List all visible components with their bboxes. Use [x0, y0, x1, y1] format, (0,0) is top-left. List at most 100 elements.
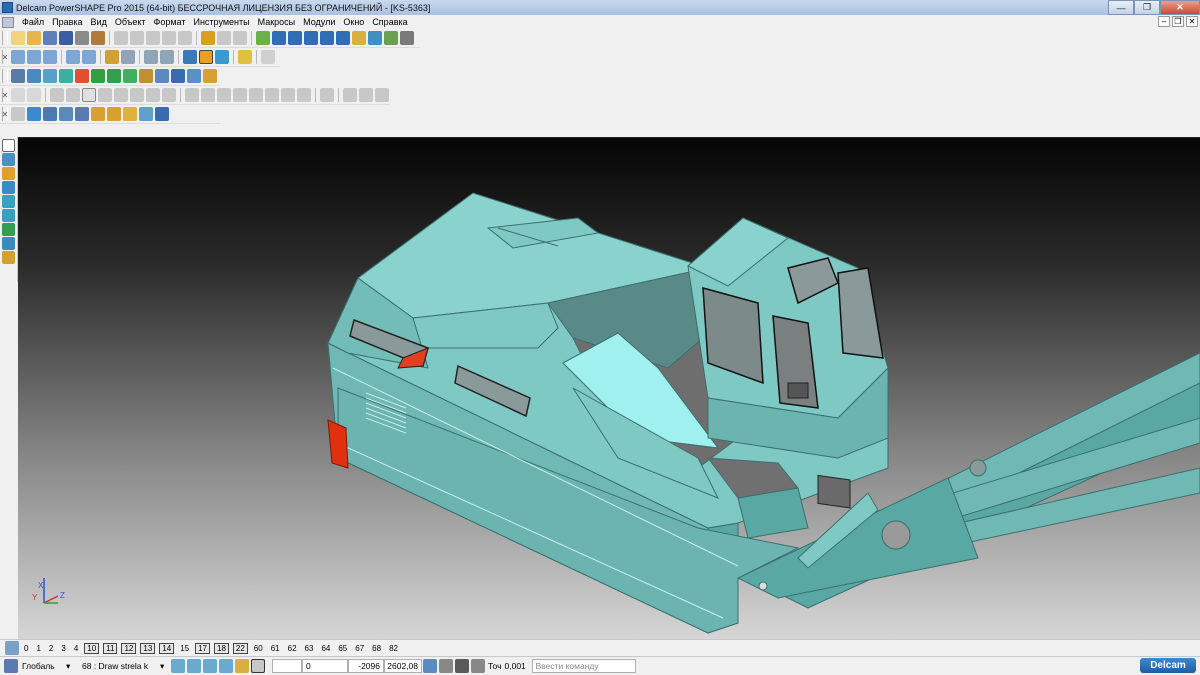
minimize-button[interactable]: — — [1108, 0, 1134, 15]
rotate-icon[interactable] — [105, 50, 119, 64]
surface-smooth-icon[interactable] — [297, 88, 311, 102]
level-select[interactable]: 68 : Draw strela k — [82, 661, 160, 671]
level-item[interactable]: 63 — [303, 644, 316, 653]
wireframe-icon[interactable] — [183, 50, 197, 64]
feature-shell-icon[interactable] — [59, 107, 73, 121]
solid-fillet-icon[interactable] — [203, 69, 217, 83]
coord-z-field[interactable]: 2602,08 — [384, 659, 422, 673]
status-empty-field[interactable] — [272, 659, 302, 673]
menu-help[interactable]: Справка — [368, 17, 411, 27]
toolbar-grip[interactable] — [2, 69, 8, 83]
level-item[interactable]: 4 — [72, 644, 80, 653]
menu-modules[interactable]: Модули — [299, 17, 339, 27]
grid-icon[interactable] — [251, 659, 265, 673]
coord-system-select[interactable]: Глобаль — [22, 661, 66, 671]
feature-rib-icon[interactable] — [123, 107, 137, 121]
rotate-object-icon[interactable] — [27, 88, 41, 102]
shaded-wire-icon[interactable] — [215, 50, 229, 64]
coord-y-field[interactable]: -2096 — [348, 659, 384, 673]
blend-icon[interactable] — [130, 88, 144, 102]
solid-icon[interactable] — [384, 31, 398, 45]
level-item[interactable]: 82 — [387, 644, 400, 653]
solid-feature-icon[interactable] — [43, 69, 57, 83]
doc-minimize-button[interactable]: – — [1158, 16, 1170, 27]
document-icon[interactable] — [2, 16, 14, 28]
level-item[interactable]: 18 — [214, 642, 229, 654]
level-item[interactable]: 62 — [286, 644, 299, 653]
repeat-icon[interactable] — [233, 31, 247, 45]
maximize-button[interactable]: ❐ — [1134, 0, 1160, 15]
toolbar-close-icon[interactable]: ✕ — [2, 107, 8, 121]
view-right-icon[interactable] — [43, 50, 57, 64]
feature-box-icon[interactable] — [75, 107, 89, 121]
toolbar-close-icon[interactable]: ✕ — [2, 50, 8, 64]
surface-create-icon[interactable] — [2, 195, 15, 208]
level-item[interactable]: 10 — [84, 642, 100, 654]
view-top-icon[interactable] — [11, 50, 25, 64]
offset-icon[interactable] — [82, 88, 96, 102]
join-icon[interactable] — [146, 88, 160, 102]
surface-drive-icon[interactable] — [281, 88, 295, 102]
solid-hole-icon[interactable] — [187, 69, 201, 83]
solid-sphere-icon[interactable] — [75, 69, 89, 83]
solid-boolean-icon[interactable] — [155, 69, 169, 83]
menu-file[interactable]: Файл — [18, 17, 48, 27]
surface-fill-icon[interactable] — [217, 88, 231, 102]
surface-icon[interactable] — [368, 31, 382, 45]
chevron-down-icon[interactable]: ▾ — [66, 661, 76, 672]
selection-icon[interactable] — [256, 31, 270, 45]
arc-icon[interactable] — [304, 31, 318, 45]
feature-blend-icon[interactable] — [155, 107, 169, 121]
import-icon[interactable] — [91, 31, 105, 45]
cut-icon[interactable] — [114, 31, 128, 45]
zoom-icon[interactable] — [121, 50, 135, 64]
copy-icon[interactable] — [130, 31, 144, 45]
level-item[interactable]: 60 — [252, 644, 265, 653]
level-item[interactable]: 61 — [269, 644, 282, 653]
doc-restore-button[interactable]: ❐ — [1172, 16, 1184, 27]
menu-edit[interactable]: Правка — [48, 17, 86, 27]
line-icon[interactable] — [288, 31, 302, 45]
view-front-icon[interactable] — [27, 50, 41, 64]
level-item[interactable]: 17 — [195, 642, 211, 654]
dimension-create-icon[interactable] — [2, 237, 15, 250]
text-icon[interactable] — [336, 31, 350, 45]
feature-create-icon[interactable] — [2, 251, 15, 264]
hand-pan-icon[interactable] — [261, 50, 275, 64]
new-file-icon[interactable] — [11, 31, 25, 45]
snap-edge-icon[interactable] — [219, 659, 233, 673]
mesh-icon[interactable] — [400, 31, 414, 45]
menu-macros[interactable]: Макросы — [254, 17, 300, 27]
toolbar-grip[interactable] — [2, 31, 8, 45]
analysis-icon[interactable] — [320, 88, 334, 102]
level-item[interactable]: 12 — [121, 642, 137, 654]
curve-icon[interactable] — [320, 31, 334, 45]
solid-block-icon[interactable] — [59, 69, 73, 83]
menu-tools[interactable]: Инструменты — [189, 17, 253, 27]
app-icon[interactable] — [2, 2, 13, 13]
light-icon[interactable] — [238, 50, 252, 64]
select-multi-icon[interactable] — [2, 153, 15, 166]
solid-create-icon[interactable] — [2, 209, 15, 222]
position-icon[interactable] — [439, 659, 453, 673]
print-icon[interactable] — [75, 31, 89, 45]
close-button[interactable]: ✕ — [1160, 0, 1200, 15]
zoom-in-icon[interactable] — [144, 50, 158, 64]
solid-cylinder-icon[interactable] — [91, 69, 105, 83]
level-item[interactable]: 67 — [353, 644, 366, 653]
level-item[interactable]: 64 — [319, 644, 332, 653]
snap-keypoint-icon[interactable] — [235, 659, 249, 673]
level-item[interactable]: 22 — [232, 642, 248, 654]
scale-icon[interactable] — [50, 88, 64, 102]
calculator-icon[interactable] — [423, 659, 437, 673]
level-item[interactable]: 68 — [370, 644, 383, 653]
feature-chamfer-icon[interactable] — [107, 107, 121, 121]
menu-window[interactable]: Окно — [339, 17, 368, 27]
workplane-status-icon[interactable] — [4, 659, 18, 673]
solid-cone-icon[interactable] — [107, 69, 121, 83]
shaded-icon[interactable] — [199, 50, 213, 64]
snap-point-icon[interactable] — [203, 659, 217, 673]
workplane-create-icon[interactable] — [2, 167, 15, 180]
mesh-create-icon[interactable] — [2, 223, 15, 236]
trim-icon[interactable] — [114, 88, 128, 102]
